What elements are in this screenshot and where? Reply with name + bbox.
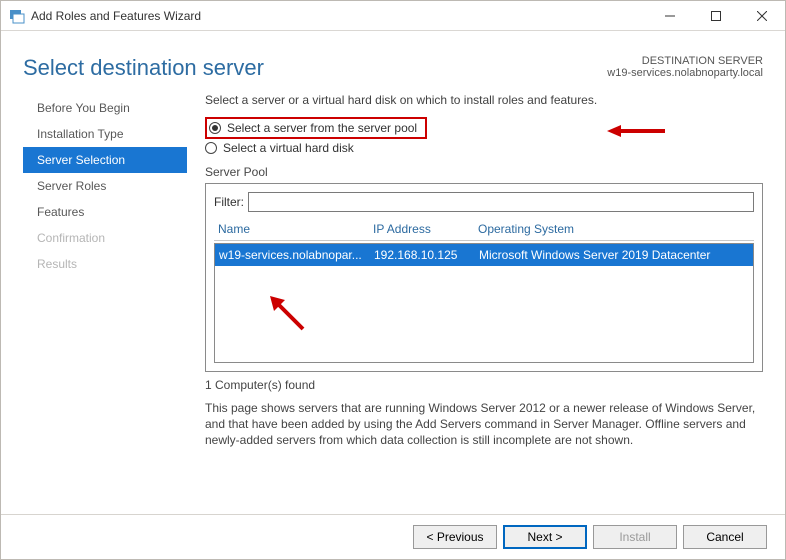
cell-os: Microsoft Windows Server 2019 Datacenter — [479, 248, 749, 262]
nav-results: Results — [23, 251, 187, 277]
annotation-highlight: Select a server from the server pool — [205, 117, 427, 139]
radio-virtual-hard-disk[interactable]: Select a virtual hard disk — [205, 141, 763, 155]
cancel-button[interactable]: Cancel — [683, 525, 767, 549]
radio-label: Select a server from the server pool — [227, 121, 417, 135]
nav-confirmation: Confirmation — [23, 225, 187, 251]
table-header: Name IP Address Operating System — [214, 222, 754, 241]
destination-label: DESTINATION SERVER — [607, 55, 763, 67]
cell-name: w19-services.nolabnopar... — [219, 248, 374, 262]
nav-before-you-begin[interactable]: Before You Begin — [23, 95, 187, 121]
description-text: This page shows servers that are running… — [205, 400, 763, 449]
radio-label: Select a virtual hard disk — [223, 141, 354, 155]
table-row[interactable]: w19-services.nolabnopar... 192.168.10.12… — [215, 244, 753, 266]
radio-icon — [205, 142, 217, 154]
server-table: Name IP Address Operating System w19-ser… — [214, 222, 754, 363]
close-button[interactable] — [739, 1, 785, 31]
server-pool-panel: Filter: Name IP Address Operating System… — [205, 183, 763, 372]
nav-features[interactable]: Features — [23, 199, 187, 225]
cell-ip: 192.168.10.125 — [374, 248, 479, 262]
nav-server-selection[interactable]: Server Selection — [23, 147, 187, 173]
body: Before You Begin Installation Type Serve… — [1, 93, 785, 513]
page-title: Select destination server — [23, 55, 264, 81]
col-header-os[interactable]: Operating System — [478, 222, 754, 236]
col-header-ip[interactable]: IP Address — [373, 222, 478, 236]
nav-sidebar: Before You Begin Installation Type Serve… — [23, 93, 187, 513]
window-title: Add Roles and Features Wizard — [31, 9, 201, 23]
content-pane: Select a server or a virtual hard disk o… — [187, 93, 763, 513]
destination-name: w19-services.nolabnoparty.local — [607, 67, 763, 79]
radio-icon — [209, 122, 221, 134]
nav-server-roles[interactable]: Server Roles — [23, 173, 187, 199]
maximize-button[interactable] — [693, 1, 739, 31]
header: Select destination server DESTINATION SE… — [1, 31, 785, 93]
found-text: 1 Computer(s) found — [205, 378, 763, 392]
server-pool-label: Server Pool — [205, 165, 763, 179]
minimize-button[interactable] — [647, 1, 693, 31]
table-body: w19-services.nolabnopar... 192.168.10.12… — [214, 243, 754, 363]
filter-label: Filter: — [214, 195, 244, 209]
app-icon — [9, 8, 25, 24]
destination-radio-group: Select a server from the server pool Sel… — [205, 117, 763, 155]
radio-server-pool[interactable]: Select a server from the server pool — [205, 117, 763, 139]
destination-info: DESTINATION SERVER w19-services.nolabnop… — [607, 55, 763, 79]
intro-text: Select a server or a virtual hard disk o… — [205, 93, 763, 107]
col-header-name[interactable]: Name — [218, 222, 373, 236]
filter-input[interactable] — [248, 192, 754, 212]
nav-installation-type[interactable]: Installation Type — [23, 121, 187, 147]
button-bar: < Previous Next > Install Cancel — [1, 514, 785, 559]
filter-row: Filter: — [214, 192, 754, 212]
install-button: Install — [593, 525, 677, 549]
titlebar: Add Roles and Features Wizard — [1, 1, 785, 31]
previous-button[interactable]: < Previous — [413, 525, 497, 549]
next-button[interactable]: Next > — [503, 525, 587, 549]
